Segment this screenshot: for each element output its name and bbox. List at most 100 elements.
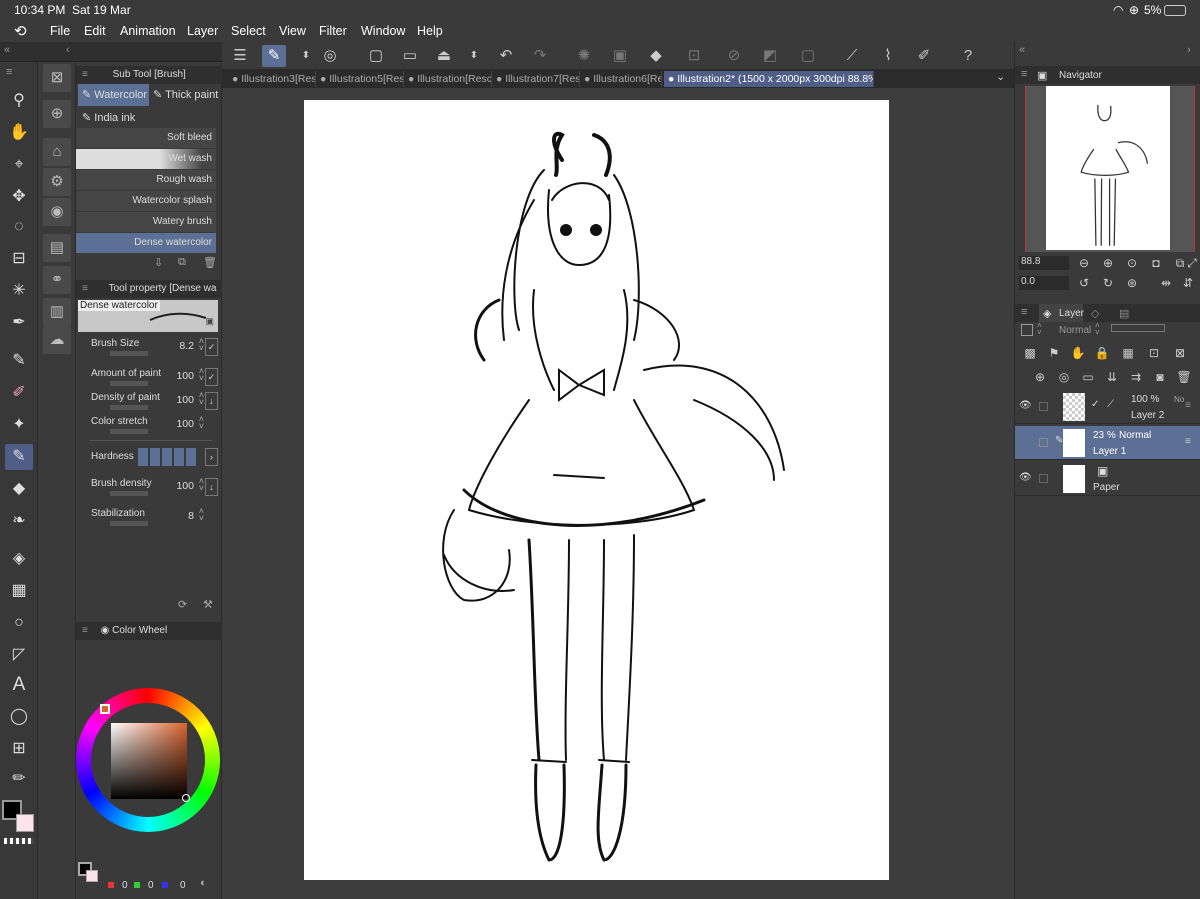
menu-layer[interactable]: Layer <box>187 24 218 38</box>
add-subtool-icon[interactable]: ⇩ <box>154 256 163 269</box>
operation-tool-icon[interactable]: ⌖ <box>5 152 33 178</box>
new-folder-icon[interactable]: ▭ <box>1079 368 1097 386</box>
visibility-eye-icon[interactable]: 👁 <box>1019 400 1032 411</box>
rotate-right-icon[interactable]: ↻ <box>1099 274 1117 292</box>
navigator-preview[interactable] <box>1025 86 1195 252</box>
brush-soft-bleed[interactable]: Soft bleed <box>76 128 216 148</box>
color-mode-icon[interactable]: ◐ <box>200 877 207 889</box>
color-picker[interactable] <box>182 794 190 802</box>
updown-icon[interactable]: ⬍ <box>294 45 318 67</box>
brush-rough-wash[interactable]: Rough wash <box>76 170 216 190</box>
chevron-left-icon[interactable]: ‹ <box>66 44 70 56</box>
sparkle-tool-icon[interactable]: ✦ <box>5 412 33 438</box>
new-file-icon[interactable]: ▢ <box>364 45 388 67</box>
selection-border-icon[interactable]: ▢ <box>796 45 820 67</box>
pressure-icon[interactable]: ✓ <box>205 368 218 386</box>
text-tool-icon[interactable]: A <box>5 672 33 698</box>
gradient-tool-icon[interactable]: ▦ <box>5 578 33 604</box>
zoom-in-icon[interactable]: ⊕ <box>1099 254 1117 272</box>
layer-property-tab-icon[interactable]: ◇ <box>1091 307 1099 320</box>
app-logo-icon[interactable]: ⟲ <box>14 22 27 40</box>
panel-tool-icon[interactable]: ⊞ <box>5 736 33 762</box>
chevron-right-icon[interactable]: › <box>205 448 218 466</box>
tab-illustration5[interactable]: ● Illustration5[Res <box>316 71 404 87</box>
reference-icon[interactable]: ⚑ <box>1045 344 1063 362</box>
cloud-icon[interactable]: ☁ <box>43 326 71 354</box>
brush-settings-icon[interactable]: ⚙ <box>43 168 71 196</box>
ruler-icon[interactable]: ⊠ <box>1171 344 1189 362</box>
pen-icon[interactable]: ✐ <box>912 45 936 67</box>
search-layer-tab-icon[interactable]: ▤ <box>1119 307 1129 320</box>
prop-density-of-paint[interactable]: Density of paint 100 ˄ ˅ ↓ <box>90 391 218 414</box>
layer-row-layer1[interactable]: ✎ 23 % Normal Layer 1 ≡ <box>1015 426 1200 460</box>
sub-color-mini[interactable] <box>86 870 98 882</box>
new-raster-layer-icon[interactable]: ⊕ <box>1031 368 1049 386</box>
brush-tool-icon[interactable]: ✎ <box>5 444 33 470</box>
subtool-group-watercolor[interactable]: ✎ Watercolor <box>78 84 149 106</box>
edit-tool-icon[interactable]: ✎ <box>262 45 286 67</box>
sub-color-swatch[interactable] <box>16 814 34 832</box>
spiral-icon[interactable]: ◎ <box>318 45 342 67</box>
lock-icon[interactable]: 🔒 <box>1093 344 1111 362</box>
frame-tool-icon[interactable]: ◸ <box>5 642 33 668</box>
panel-menu-icon[interactable]: ≡ <box>82 69 88 80</box>
eyedropper-icon[interactable]: ✒ <box>5 310 33 336</box>
layer-color-icon[interactable] <box>1021 324 1033 336</box>
selection-tool-icon[interactable]: ⊟ <box>5 246 33 272</box>
actual-size-icon[interactable]: ◘ <box>1147 254 1165 272</box>
merge-layer-icon[interactable]: ⇉ <box>1127 368 1145 386</box>
flip-horizontal-icon[interactable]: ⇹ <box>1157 274 1175 292</box>
pressure-icon[interactable]: ✓ <box>205 338 218 356</box>
fullscreen-icon[interactable]: ⤢ <box>1183 254 1200 272</box>
layer-select-checkbox[interactable] <box>1039 438 1048 447</box>
lock-transparency-icon[interactable]: ▦ <box>1119 344 1137 362</box>
rotation-field[interactable]: 0.0 <box>1019 276 1069 290</box>
move-tool-icon[interactable]: ✥ <box>5 184 33 210</box>
canvas-paper[interactable] <box>304 100 889 880</box>
prop-stabilization[interactable]: Stabilization 8 ˄ ˅ <box>90 507 218 530</box>
open-folder-icon[interactable]: ▭ <box>398 45 422 67</box>
drag-handle-icon[interactable]: ≡ <box>1185 400 1191 411</box>
lasso-tool-icon[interactable]: ◌ <box>5 214 33 240</box>
correct-line-tool-icon[interactable]: ✏ <box>5 766 33 792</box>
prop-hardness[interactable]: Hardness › <box>90 448 218 470</box>
fit-screen-icon[interactable]: ⊙ <box>1123 254 1141 272</box>
search-icon[interactable]: ⊕ <box>43 100 71 128</box>
pencil-tool-icon[interactable]: ✐ <box>5 380 33 406</box>
tool-palette-menu-icon[interactable]: ≡ <box>6 66 12 78</box>
tab-illustration[interactable]: ● Illustration[Resc <box>404 71 492 87</box>
save-icon[interactable]: ⏏ <box>432 45 456 67</box>
hamburger-icon[interactable]: ☰ <box>228 45 252 67</box>
invert-selection-icon[interactable]: ◩ <box>758 45 782 67</box>
balloon-tool-icon[interactable]: ◯ <box>5 704 33 730</box>
hue-picker[interactable] <box>100 704 110 714</box>
brush-icon[interactable]: ⌇ <box>876 45 900 67</box>
mask-icon[interactable]: ⊡ <box>1145 344 1163 362</box>
layer-search-icon[interactable]: ⚭ <box>43 266 71 294</box>
tab-illustration3[interactable]: ● Illustration3[Res <box>228 71 316 87</box>
expand-right-icon[interactable]: › <box>1187 44 1191 56</box>
brush-dense-watercolor[interactable]: Dense watercolor <box>76 233 216 253</box>
subtool-group-thick-paint[interactable]: ✎ Thick paint <box>151 84 221 106</box>
redo-icon[interactable]: ↷ <box>528 45 552 67</box>
layer-select-checkbox[interactable] <box>1039 474 1048 483</box>
magic-wand-icon[interactable]: ✳ <box>5 278 33 304</box>
help-icon[interactable]: ? <box>956 45 980 67</box>
reset-icon[interactable]: ⟳ <box>178 598 187 611</box>
pressure-icon[interactable]: ↓ <box>205 392 218 410</box>
collapse-right-icon[interactable]: « <box>1019 44 1025 56</box>
lock-icon[interactable]: ▣ <box>205 316 214 327</box>
mask-layer-icon[interactable]: ◙ <box>1151 368 1169 386</box>
menu-file[interactable]: File <box>50 24 70 38</box>
brush-wet-wash[interactable]: Wet wash <box>76 149 216 169</box>
brush-watercolor-splash[interactable]: Watercolor splash <box>76 191 216 211</box>
hand-tool-icon[interactable]: ✋ <box>5 120 33 146</box>
menu-help[interactable]: Help <box>417 24 443 38</box>
transform-icon[interactable]: ▣ <box>608 45 632 67</box>
panel-menu-icon[interactable]: ≡ <box>82 625 88 636</box>
prop-amount-of-paint[interactable]: Amount of paint 100 ˄ ˅ ✓ <box>90 367 218 390</box>
prop-brush-size[interactable]: Brush Size 8.2 ˄ ˅ ✓ <box>90 337 218 360</box>
crop-icon[interactable]: ⊡ <box>682 45 706 67</box>
spinner-icon[interactable]: ˄ ˅ <box>1037 322 1042 337</box>
zoom-tool-icon[interactable]: ⚲ <box>5 88 33 114</box>
